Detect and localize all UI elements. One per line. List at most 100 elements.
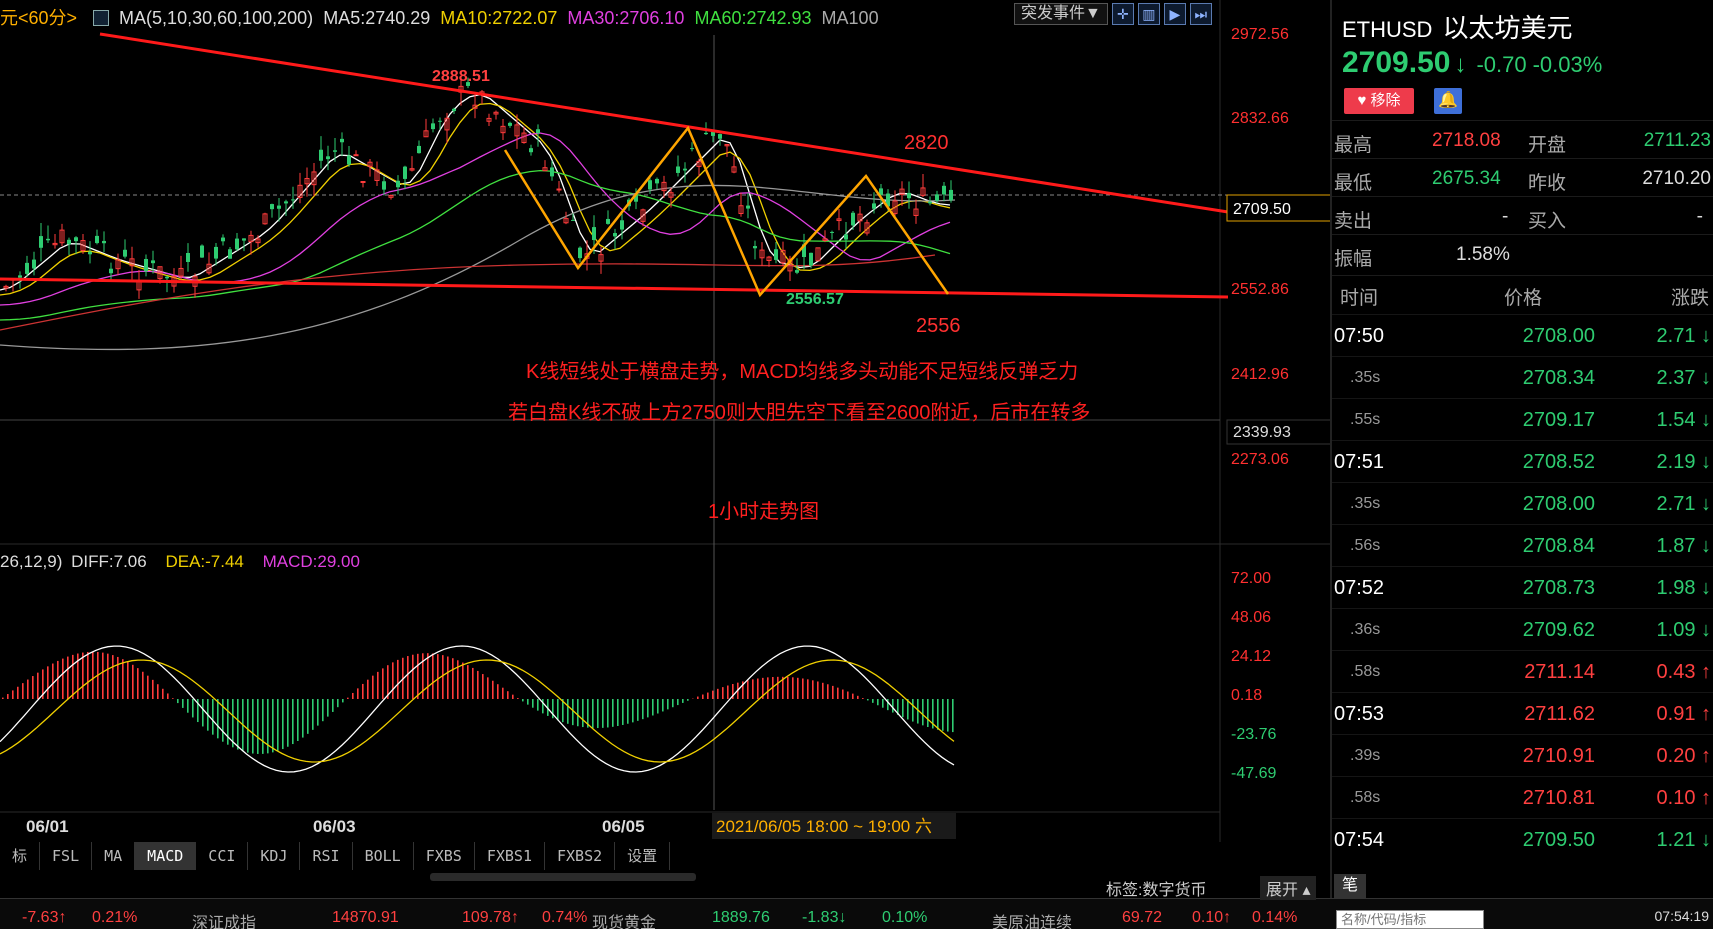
ma-line [0,132,951,306]
tick-price: 2708.34 [1522,367,1595,389]
indicator-tab[interactable]: FSL [40,842,93,870]
tick-price: 2708.73 [1522,577,1595,599]
indicator-tab[interactable]: MACD [135,842,197,870]
indicator-tab[interactable]: FXBS2 [545,842,616,870]
macd-bar [647,699,649,718]
indicator-tab[interactable]: FXBS1 [475,842,545,870]
indicator-tab[interactable]: 标 [0,842,41,870]
tick-list[interactable]: 07:50 2708.00 2.71 ↓ .35s 2708.34 2.37 ↓ .55s 2… [1332,314,1713,860]
search-input[interactable] [1336,910,1484,929]
macd-bar [107,653,109,699]
tick-row[interactable]: 07:54 2709.50 1.21 ↓ [1332,818,1713,860]
indicator-tab[interactable]: CCI [196,842,249,870]
candle-body [235,238,239,250]
candle-body [396,180,400,188]
macd-bar [52,663,54,699]
tick-row[interactable]: 07:50 2708.00 2.71 ↓ [1332,314,1713,356]
tick-change: 0.43 ↑ [1656,661,1711,683]
macd-bar [627,699,629,724]
macd-bar [452,658,454,699]
indicator-tab[interactable]: MA [92,842,136,870]
last-price-block: 2709.50 ↓ -0.70 -0.03% [1342,46,1602,80]
ticker-item[interactable]: 现货黄金 [592,909,656,929]
macd-bar [527,699,529,705]
macd-bar [157,684,159,699]
tick-time: .58s [1350,663,1381,680]
chart-scrollbar[interactable] [430,873,696,881]
macd-bar [777,676,779,699]
macd-bar [622,699,624,725]
macd-bar [22,683,24,699]
tick-change: 1.87 ↓ [1656,535,1711,557]
tick-row[interactable]: .55s 2709.17 1.54 ↓ [1332,398,1713,440]
chart-caption: 1小时走势图 [708,500,819,523]
target-high-label: 2820 [904,132,949,154]
macd-bar [812,680,814,699]
kline-chart-area[interactable]: 元<60分> MA(5,10,30,60,100,200) MA5:2740.29 M… [0,0,1330,898]
tick-row[interactable]: .39s 2710.91 0.20 ↑ [1332,734,1713,776]
candle-body [360,180,366,183]
tick-row[interactable]: .58s 2710.81 0.10 ↑ [1332,776,1713,818]
candle-body [228,249,232,259]
macd-bar [867,699,869,701]
candle-body [284,201,288,204]
tick-row[interactable]: .56s 2708.84 1.87 ↓ [1332,524,1713,566]
tick-row[interactable]: .36s 2709.62 1.09 ↓ [1332,608,1713,650]
tick-row[interactable]: 07:53 2711.62 0.91 ↑ [1332,692,1713,734]
candle-body [109,268,113,274]
candle-body [949,189,953,201]
macd-bar [507,691,509,699]
macd-bar [557,699,559,721]
macd-tick: -23.76 [1231,726,1276,743]
macd-bar [127,661,129,699]
macd-bar [792,677,794,699]
tag-label[interactable]: 标签:数字货币 [1106,876,1206,900]
macd-bar [72,654,74,699]
indicator-tab[interactable]: 设置 [615,842,671,870]
ticker-item[interactable]: 深证成指 [192,909,256,929]
candle-body [151,260,155,264]
candle-body [382,181,386,190]
tick-row[interactable]: .35s 2708.00 2.71 ↓ [1332,482,1713,524]
low-label: 最低 [1334,173,1373,194]
tick-change: 1.54 ↓ [1656,409,1711,431]
candle-body [704,132,708,135]
alert-bell-icon[interactable]: 🔔 [1434,88,1462,114]
expand-button[interactable]: 展开 ▴ [1260,876,1317,900]
indicator-tab[interactable]: RSI [300,842,353,870]
price-tick: 2273.06 [1231,451,1289,468]
macd-bar [862,698,864,699]
ticker-item[interactable]: 美原油连续 [992,909,1072,929]
macd-bar [472,667,474,699]
macd-dea: DEA:-7.44 [165,552,243,571]
tick-row[interactable]: 07:52 2708.73 1.98 ↓ [1332,566,1713,608]
stat-row-low-prev: 最低 2675.34 昨收 2710.20 [1332,158,1713,196]
remove-watchlist-button[interactable]: ♥ 移除 [1344,88,1414,114]
macd-bar [137,668,139,699]
tick-row[interactable]: .58s 2711.14 0.43 ↑ [1332,650,1713,692]
candle-body [74,237,78,242]
tick-price: 2708.00 [1522,493,1595,515]
macd-header: 26,12,9) DIFF:7.06 DEA:-7.44 MACD:29.00 [0,552,360,571]
candle-body [508,122,512,126]
pen-button[interactable]: 笔 [1334,874,1366,898]
tick-row[interactable]: .35s 2708.34 2.37 ↓ [1332,356,1713,398]
indicator-tab[interactable]: BOLL [353,842,414,870]
macd-bar [767,677,769,699]
macd-bar [882,699,884,708]
stat-row-high-open: 最高 2718.08 开盘 2711.23 [1332,120,1713,158]
macd-bar [717,688,719,699]
macd-bar [447,656,449,699]
indicator-tab[interactable]: FXBS [414,842,475,870]
candle-body [88,251,92,255]
indicator-tab[interactable]: KDJ [248,842,301,870]
candle-body [746,205,750,209]
ticker-item: 1889.76 [712,909,770,926]
tick-row[interactable]: 07:51 2708.52 2.19 ↓ [1332,440,1713,482]
macd-bar [352,692,354,699]
low-value: 2675.34 [1432,168,1501,189]
tick-time: .35s [1350,369,1381,386]
macd-bar [687,699,689,701]
down-arrow-icon: ↓ [1454,51,1467,78]
macd-bar [902,699,904,718]
